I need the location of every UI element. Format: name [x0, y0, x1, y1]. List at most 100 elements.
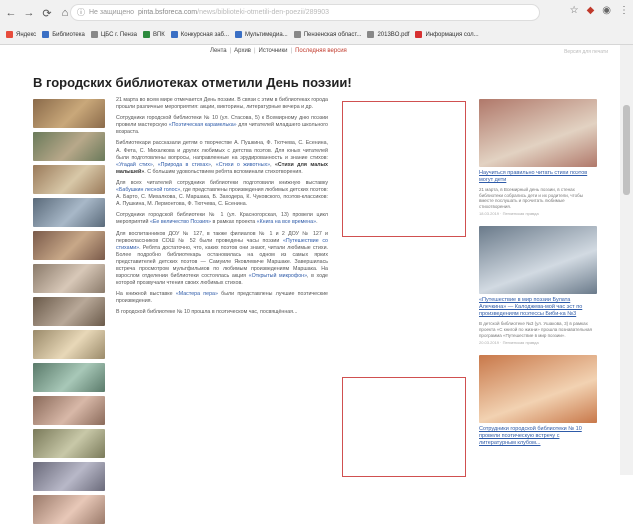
bookmark-favicon-icon	[170, 31, 178, 38]
sidebar-news-meta: 20.03.2019 · Пензенская правда	[479, 340, 539, 346]
ad-placeholder-top	[342, 101, 466, 237]
article-paragraph: В городской библиотеке № 10 прошла в поэ…	[116, 309, 328, 316]
web-page: Лента | Архив | Источники | Последняя версия В…	[0, 45, 620, 524]
bookmark-label: Конкурсная заб...	[180, 31, 229, 38]
print-version-link[interactable]: Версия для печати	[564, 49, 608, 55]
article-photo[interactable]	[33, 165, 105, 194]
bookmark-item[interactable]: Мультимедиа...	[234, 31, 288, 38]
sidebar-news-image[interactable]	[479, 99, 597, 167]
nav-link[interactable]: Источники	[259, 48, 288, 54]
bookmark-label: ВПК	[152, 31, 165, 38]
article-photo[interactable]	[33, 396, 105, 425]
bookmark-favicon-icon	[90, 31, 98, 38]
sidebar-news-title[interactable]: Сотрудники городской библиотеки № 10 про…	[479, 426, 597, 447]
sidebar-news-title[interactable]: «Путешествие в мир поэзии Булата Алечкин…	[479, 297, 597, 318]
nav-link[interactable]: Архив	[234, 48, 251, 54]
article-photo[interactable]	[33, 363, 105, 392]
sidebar-news-excerpt: В детской библиотеке №3 (ул. Ушакова, 3)…	[479, 321, 592, 338]
article-link[interactable]: «Бабушкин лесной голос»	[116, 187, 180, 193]
url-host: pinta.bsforeca.com	[138, 9, 198, 16]
article-text: На книжной выставке	[116, 291, 176, 298]
article-photo[interactable]	[33, 99, 105, 128]
ad-placeholder-bottom	[342, 377, 466, 477]
article-paragraph: Для всех читателей сотрудники библиотеки…	[116, 180, 328, 208]
bookmark-label: Информация сол...	[425, 31, 479, 38]
article-text: в рамках проекта	[210, 219, 257, 226]
article-link[interactable]: «Книга на все времена»	[257, 219, 316, 225]
nav-link[interactable]: Лента	[210, 48, 227, 54]
bookmark-item[interactable]: Информация сол...	[415, 31, 479, 38]
article-text: Для всех читателей сотрудники библиотеки…	[116, 179, 328, 186]
star-icon[interactable]: ☆	[570, 5, 579, 16]
article-link[interactable]: «Ее величество Поэзия»	[150, 219, 211, 225]
forward-icon[interactable]: →	[22, 6, 36, 20]
back-icon[interactable]: ←	[4, 6, 18, 20]
article-link[interactable]: «Стихи о животных»	[216, 162, 270, 168]
extension-icon[interactable]: ◆	[587, 5, 595, 16]
bookmark-item[interactable]: ЦБС г. Пенза	[90, 31, 137, 38]
article-photo[interactable]	[33, 462, 105, 491]
sidebar-news-meta: 18.03.2019 · Пензенская правда	[479, 211, 539, 217]
article-photo[interactable]	[33, 231, 105, 260]
related-news-sidebar: Научиться правильно читать стихи поэтов …	[479, 99, 597, 457]
article-link[interactable]: «Угадай стих»	[116, 162, 153, 168]
nav-link[interactable]: Последняя версия	[295, 48, 347, 54]
article-text: .	[316, 219, 318, 226]
scrollbar-thumb[interactable]	[623, 105, 630, 195]
article-link[interactable]: «Природа в стихах»	[158, 162, 211, 168]
article-link[interactable]: «Открытый микрофон»	[249, 273, 307, 279]
article-paragraph: Сотрудники городской библиотеки № 1 (ул.…	[116, 212, 328, 226]
bookmark-favicon-icon	[293, 31, 301, 38]
photo-column	[33, 99, 111, 528]
article-body: 21 марта во всем мире отмечается День по…	[116, 97, 328, 321]
menu-icon[interactable]: ⋮	[619, 5, 629, 16]
article-photo[interactable]	[33, 495, 105, 524]
bookmark-favicon-icon	[415, 31, 423, 38]
article-paragraph: На книжной выставке «Мастера пера» были …	[116, 291, 328, 305]
reload-icon[interactable]: ⟳	[40, 6, 54, 20]
article-text: 21 марта во всем мире отмечается День по…	[116, 97, 328, 111]
url-security-label: Не защищено	[89, 9, 134, 16]
article-photo[interactable]	[33, 264, 105, 293]
sidebar-news-item: Сотрудники городской библиотеки № 10 про…	[479, 355, 597, 447]
bookmark-label: Мультимедиа...	[244, 31, 288, 38]
bookmark-item[interactable]: Яндекс	[6, 31, 36, 38]
article-photo[interactable]	[33, 132, 105, 161]
bookmark-item[interactable]: Конкурсная заб...	[170, 31, 229, 38]
address-bar[interactable]: ⓘ Не защищено pinta.bsforeca.com /news/b…	[70, 4, 540, 21]
bookmark-label: Пензенская област...	[303, 31, 362, 38]
nav-separator: |	[290, 48, 293, 54]
page-scrollbar[interactable]	[620, 45, 633, 475]
bookmarks-bar: Яндекс Библиотека ЦБС г. Пенза ВПК Конкурсна…	[0, 26, 633, 43]
article-text: Библиотекари рассказали детям о творчест…	[116, 140, 328, 161]
sidebar-news-item: «Путешествие в мир поэзии Булата Алечкин…	[479, 226, 597, 345]
bookmark-item[interactable]: Библиотека	[42, 31, 85, 38]
info-icon[interactable]: ⓘ	[77, 7, 85, 18]
bookmark-item[interactable]: 2013BO.pdf	[367, 31, 409, 38]
article-photo[interactable]	[33, 330, 105, 359]
bookmark-favicon-icon	[42, 31, 50, 38]
top-navigation: Лента | Архив | Источники | Последняя версия	[210, 48, 347, 54]
article-text: В городской библиотеке № 10 прошла в поэ…	[116, 309, 298, 316]
browser-chrome: ← → ⟳ ⌂ ⓘ Не защищено pinta.bsforeca.com…	[0, 0, 633, 45]
article-photo[interactable]	[33, 297, 105, 326]
bookmark-favicon-icon	[6, 31, 13, 38]
bookmark-item[interactable]: ВПК	[142, 31, 165, 38]
sidebar-news-image[interactable]	[479, 226, 597, 295]
account-icon[interactable]: ◉	[602, 5, 611, 16]
article-text: . С большим удовольствием ребята вспомин…	[144, 168, 303, 175]
article-paragraph: Сотрудники городской библиотеки № 10 (ул…	[116, 115, 328, 136]
article-link[interactable]: «Мастера пера»	[176, 291, 218, 297]
url-path: /news/biblioteki-otmetili-den-poezii/289…	[197, 9, 330, 16]
sidebar-news-image[interactable]	[479, 355, 597, 424]
nav-separator: |	[229, 48, 232, 54]
article-photo[interactable]	[33, 198, 105, 227]
article-link[interactable]: «Поэтическая карамелька»	[169, 122, 237, 128]
bookmark-item[interactable]: Пензенская област...	[293, 31, 362, 38]
bookmark-favicon-icon	[234, 31, 242, 38]
article-paragraph: 21 марта во всем мире отмечается День по…	[116, 97, 328, 111]
bookmark-favicon-icon	[367, 31, 375, 38]
browser-right-icons: ☆ ◆ ◉ ⋮	[570, 5, 629, 16]
sidebar-news-title[interactable]: Научиться правильно читать стихи поэтов …	[479, 170, 597, 184]
article-photo[interactable]	[33, 429, 105, 458]
